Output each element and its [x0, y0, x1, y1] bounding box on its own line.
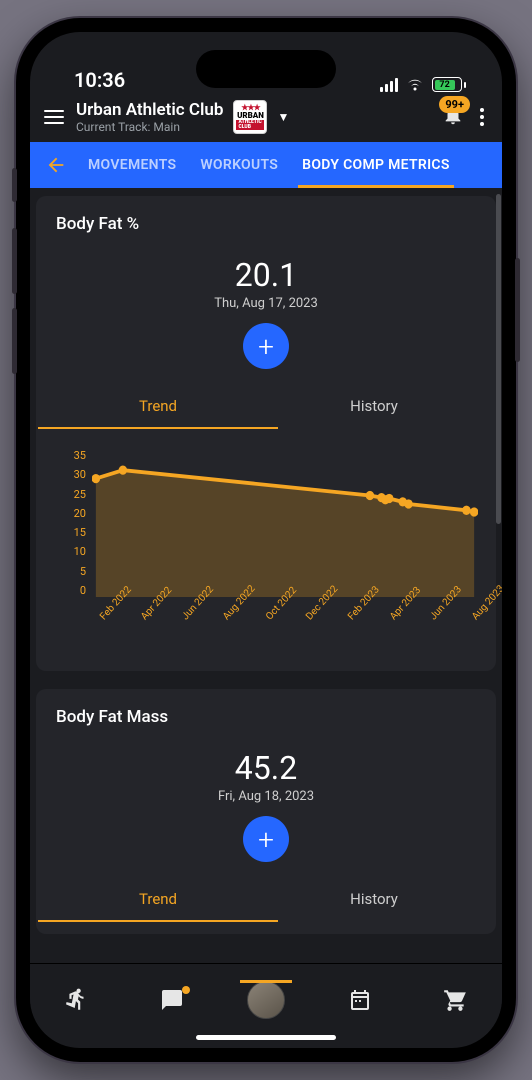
nav-profile[interactable]	[236, 981, 296, 1019]
home-indicator[interactable]	[196, 1035, 336, 1040]
tab-body-comp[interactable]: BODY COMP METRICS	[290, 142, 462, 188]
content-scroll[interactable]: Body Fat % 20.1 Thu, Aug 17, 2023 + Tren…	[30, 188, 502, 963]
club-name: Urban Athletic Club	[76, 100, 223, 120]
bottom-nav	[30, 963, 502, 1035]
avatar	[247, 981, 285, 1019]
card-title: Body Fat Mass	[50, 707, 482, 727]
club-selector[interactable]: Urban Athletic Club Current Track: Main …	[76, 100, 430, 134]
metric-card-body-fat-pct: Body Fat % 20.1 Thu, Aug 17, 2023 + Tren…	[36, 196, 496, 671]
track-subtitle: Current Track: Main	[76, 120, 223, 134]
segment-bar: MOVEMENTS WORKOUTS BODY COMP METRICS	[30, 142, 502, 188]
chevron-down-icon: ▼	[277, 110, 289, 124]
nav-activity[interactable]	[47, 987, 107, 1013]
tab-movements[interactable]: MOVEMENTS	[76, 142, 188, 188]
nav-calendar[interactable]	[330, 988, 390, 1012]
metric-value: 20.1	[50, 256, 482, 294]
tab-workouts[interactable]: WORKOUTS	[188, 142, 290, 188]
signal-icon	[380, 78, 398, 92]
chart-y-axis: 3530 2520 1510 50	[50, 449, 86, 597]
add-entry-button[interactable]: +	[243, 323, 289, 369]
chart-x-axis: Feb 2022Apr 2022 Jun 2022Aug 2022 Oct 20…	[92, 605, 478, 659]
scrollbar[interactable]	[496, 194, 501, 524]
subtab-trend[interactable]: Trend	[50, 389, 266, 429]
menu-button[interactable]	[44, 110, 64, 124]
status-time: 10:36	[74, 68, 125, 92]
app-header: Urban Athletic Club Current Track: Main …	[30, 92, 502, 142]
metric-card-body-fat-mass: Body Fat Mass 45.2 Fri, Aug 18, 2023 + T…	[36, 689, 496, 934]
notifications-button[interactable]: 99+	[442, 104, 464, 130]
metric-date: Thu, Aug 17, 2023	[50, 296, 482, 311]
dynamic-island	[196, 50, 336, 88]
more-button[interactable]	[476, 108, 488, 126]
trend-chart: 3530 2520 1510 50	[50, 429, 482, 659]
card-title: Body Fat %	[50, 214, 482, 234]
battery-icon: 72	[432, 77, 466, 92]
back-button[interactable]	[36, 154, 76, 176]
subtab-history[interactable]: History	[266, 389, 482, 429]
nav-shop[interactable]	[425, 987, 485, 1013]
club-logo: ★★★URBANATHLETIC CLUB	[233, 100, 267, 134]
wifi-icon	[405, 77, 425, 92]
chat-dot-icon	[182, 986, 190, 994]
notification-badge: 99+	[439, 96, 470, 113]
metric-date: Fri, Aug 18, 2023	[50, 789, 482, 804]
subtab-trend[interactable]: Trend	[50, 882, 266, 922]
add-entry-button[interactable]: +	[243, 816, 289, 862]
subtab-history[interactable]: History	[266, 882, 482, 922]
nav-chat[interactable]	[142, 988, 202, 1012]
metric-value: 45.2	[50, 749, 482, 787]
